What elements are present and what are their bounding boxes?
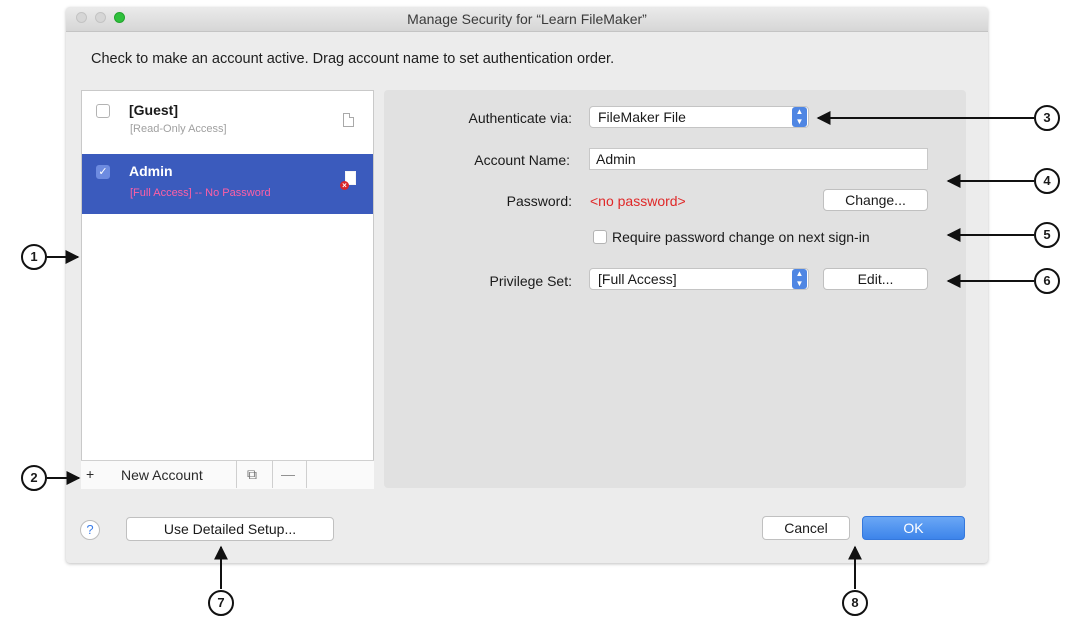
callout-1: 1: [21, 244, 47, 270]
callout-5: 5: [1034, 222, 1060, 248]
callout-arrows: [47, 111, 1034, 589]
callout-2: 2: [21, 465, 47, 491]
callout-8: 8: [842, 590, 868, 616]
callout-6: 6: [1034, 268, 1060, 294]
callout-3: 3: [1034, 105, 1060, 131]
callout-4: 4: [1034, 168, 1060, 194]
callout-7: 7: [208, 590, 234, 616]
